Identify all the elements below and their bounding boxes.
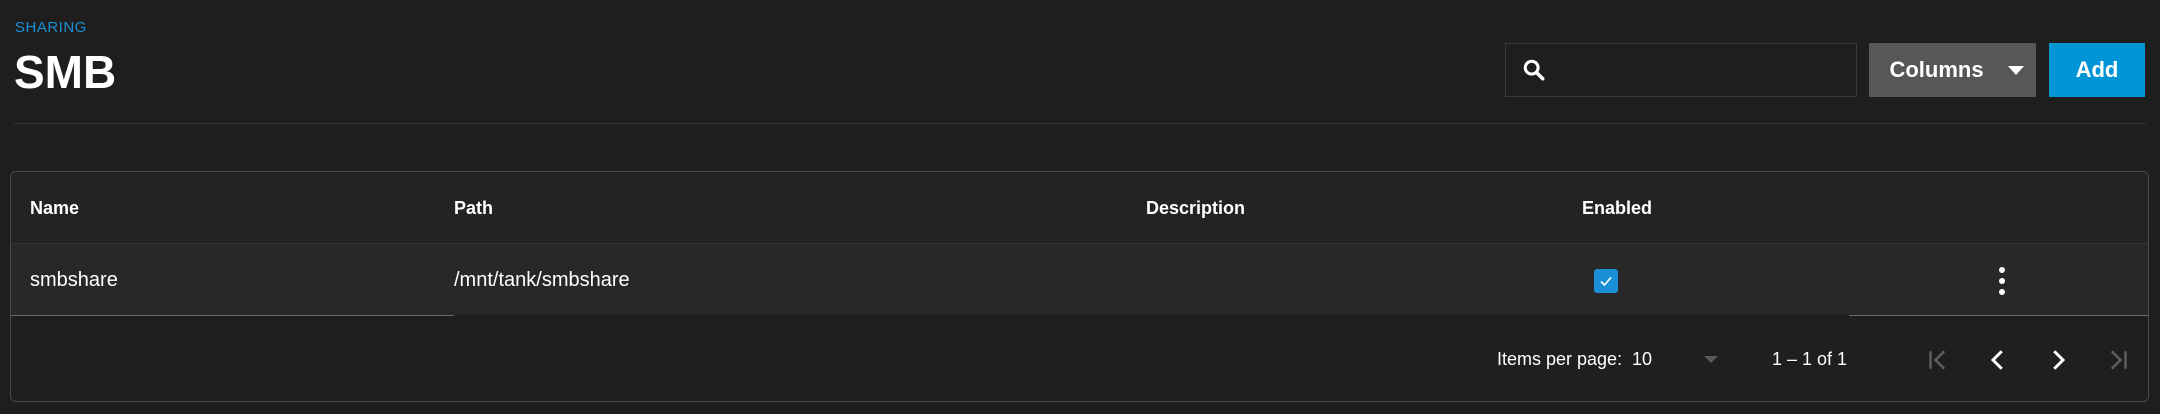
items-per-page-select[interactable]: 10 (1632, 316, 1722, 401)
table-header: Name Path Description Enabled (11, 172, 2148, 244)
column-header-path[interactable]: Path (454, 172, 493, 244)
last-page-button[interactable] (2098, 340, 2138, 380)
columns-button[interactable]: Columns (1869, 43, 2036, 97)
search-icon (1523, 59, 1545, 81)
kebab-dot (1999, 267, 2005, 273)
items-per-page-value: 10 (1632, 349, 1653, 369)
search-box[interactable] (1505, 43, 1857, 97)
kebab-dot (1999, 289, 2005, 295)
chevron-left-icon (1990, 350, 2003, 370)
checkmark-icon (1600, 276, 1612, 287)
caret-down-icon (1704, 356, 1718, 363)
next-page-button[interactable] (2038, 340, 2078, 380)
smb-shares-page: SHARING SMB Columns Add Name Path Descri… (0, 0, 2160, 414)
last-page-icon (2110, 350, 2127, 370)
columns-button-label: Columns (1889, 57, 1984, 82)
enabled-checkbox[interactable] (1594, 269, 1618, 293)
add-button[interactable]: Add (2049, 43, 2145, 97)
chevron-right-icon (2053, 350, 2066, 370)
column-header-description[interactable]: Description (1146, 172, 1245, 244)
items-per-page-label: Items per page: (1497, 349, 1623, 369)
caret-down-icon (2007, 65, 2024, 75)
first-page-icon (1929, 350, 1946, 370)
cell-path: /mnt/tank/smbshare (454, 269, 630, 291)
smb-table: Name Path Description Enabled smbshare /… (10, 171, 2149, 402)
table-row[interactable]: smbshare /mnt/tank/smbshare (11, 244, 2148, 316)
kebab-dot (1999, 278, 2005, 284)
column-header-name[interactable]: Name (30, 172, 79, 244)
row-actions-menu-button[interactable] (1987, 264, 2017, 298)
breadcrumb[interactable]: SHARING (15, 19, 87, 36)
column-header-enabled[interactable]: Enabled (1582, 172, 1652, 244)
page-title: SMB (14, 46, 117, 98)
header-divider (14, 123, 2146, 124)
paginator: Items per page: 10 1 – 1 of 1 (11, 316, 2148, 401)
search-input[interactable] (1548, 44, 1856, 96)
cell-name: smbshare (30, 269, 118, 291)
previous-page-button[interactable] (1978, 340, 2018, 380)
first-page-button[interactable] (1918, 340, 1958, 380)
page-range-label: 1 – 1 of 1 (1772, 349, 1848, 369)
